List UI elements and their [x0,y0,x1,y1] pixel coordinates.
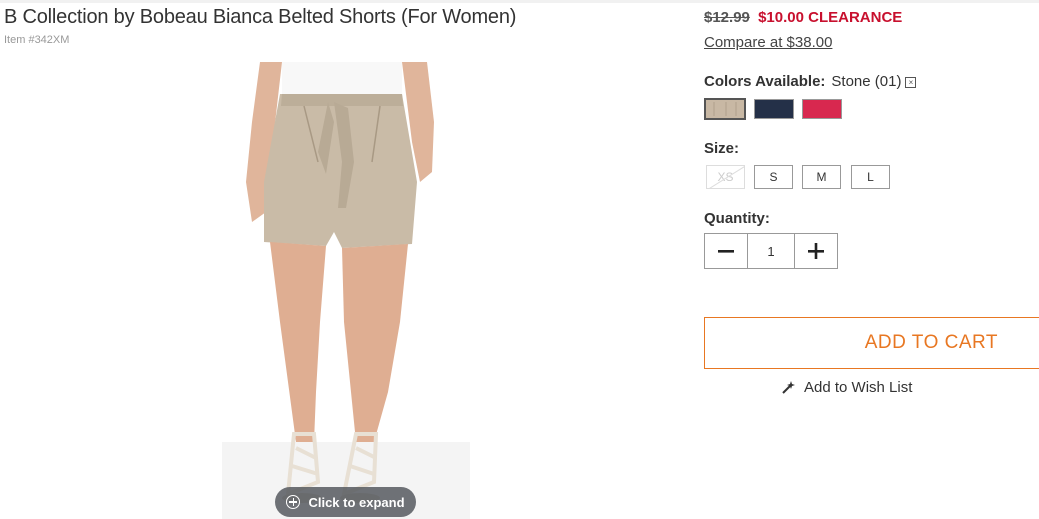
selected-color: Stone (01) [831,73,902,90]
clearance-price: $10.00 CLEARANCE [758,9,903,26]
expand-icon [286,495,301,509]
size-s-button[interactable]: S [754,165,793,189]
stone-texture-icon [713,102,737,116]
quantity-value[interactable]: 1 [748,234,794,268]
swatch-navy[interactable] [754,99,794,119]
size-label: Size: [704,140,740,157]
price-block: $12.99 $10.00 CLEARANCE [704,9,902,26]
swatch-red[interactable] [802,99,842,119]
product-title: B Collection by Bobeau Bianca Belted Sho… [4,6,517,28]
compare-price-link[interactable]: Compare at $38.00 [704,34,832,51]
add-to-cart-button[interactable]: ADD TO CART [704,317,1039,369]
x-box-icon[interactable]: × [905,77,917,88]
top-divider [0,0,1039,3]
size-l-button[interactable]: L [851,165,890,189]
original-price: $12.99 [704,9,750,26]
add-to-wish-list-link[interactable]: Add to Wish List [780,379,912,396]
quantity-label: Quantity: [704,210,770,227]
product-photo-illustration [222,62,470,519]
decrease-quantity-button[interactable] [705,234,748,268]
wish-list-label: Add to Wish List [804,379,913,396]
expand-image-button[interactable]: Click to expand [275,487,416,517]
quantity-stepper: 1 [704,233,838,269]
increase-quantity-button[interactable] [794,234,837,268]
colors-label-row: Colors Available: Stone (01) × [704,73,917,90]
item-number: Item #342XM [4,34,70,46]
swatch-stone[interactable] [704,98,746,120]
product-image[interactable] [222,62,470,519]
plus-icon [808,243,824,259]
expand-label: Click to expand [308,494,405,510]
wand-icon [782,380,795,394]
size-m-button[interactable]: M [802,165,841,189]
minus-icon [718,250,734,253]
colors-label: Colors Available: [704,73,826,90]
size-xs-button[interactable]: XS [706,165,745,189]
